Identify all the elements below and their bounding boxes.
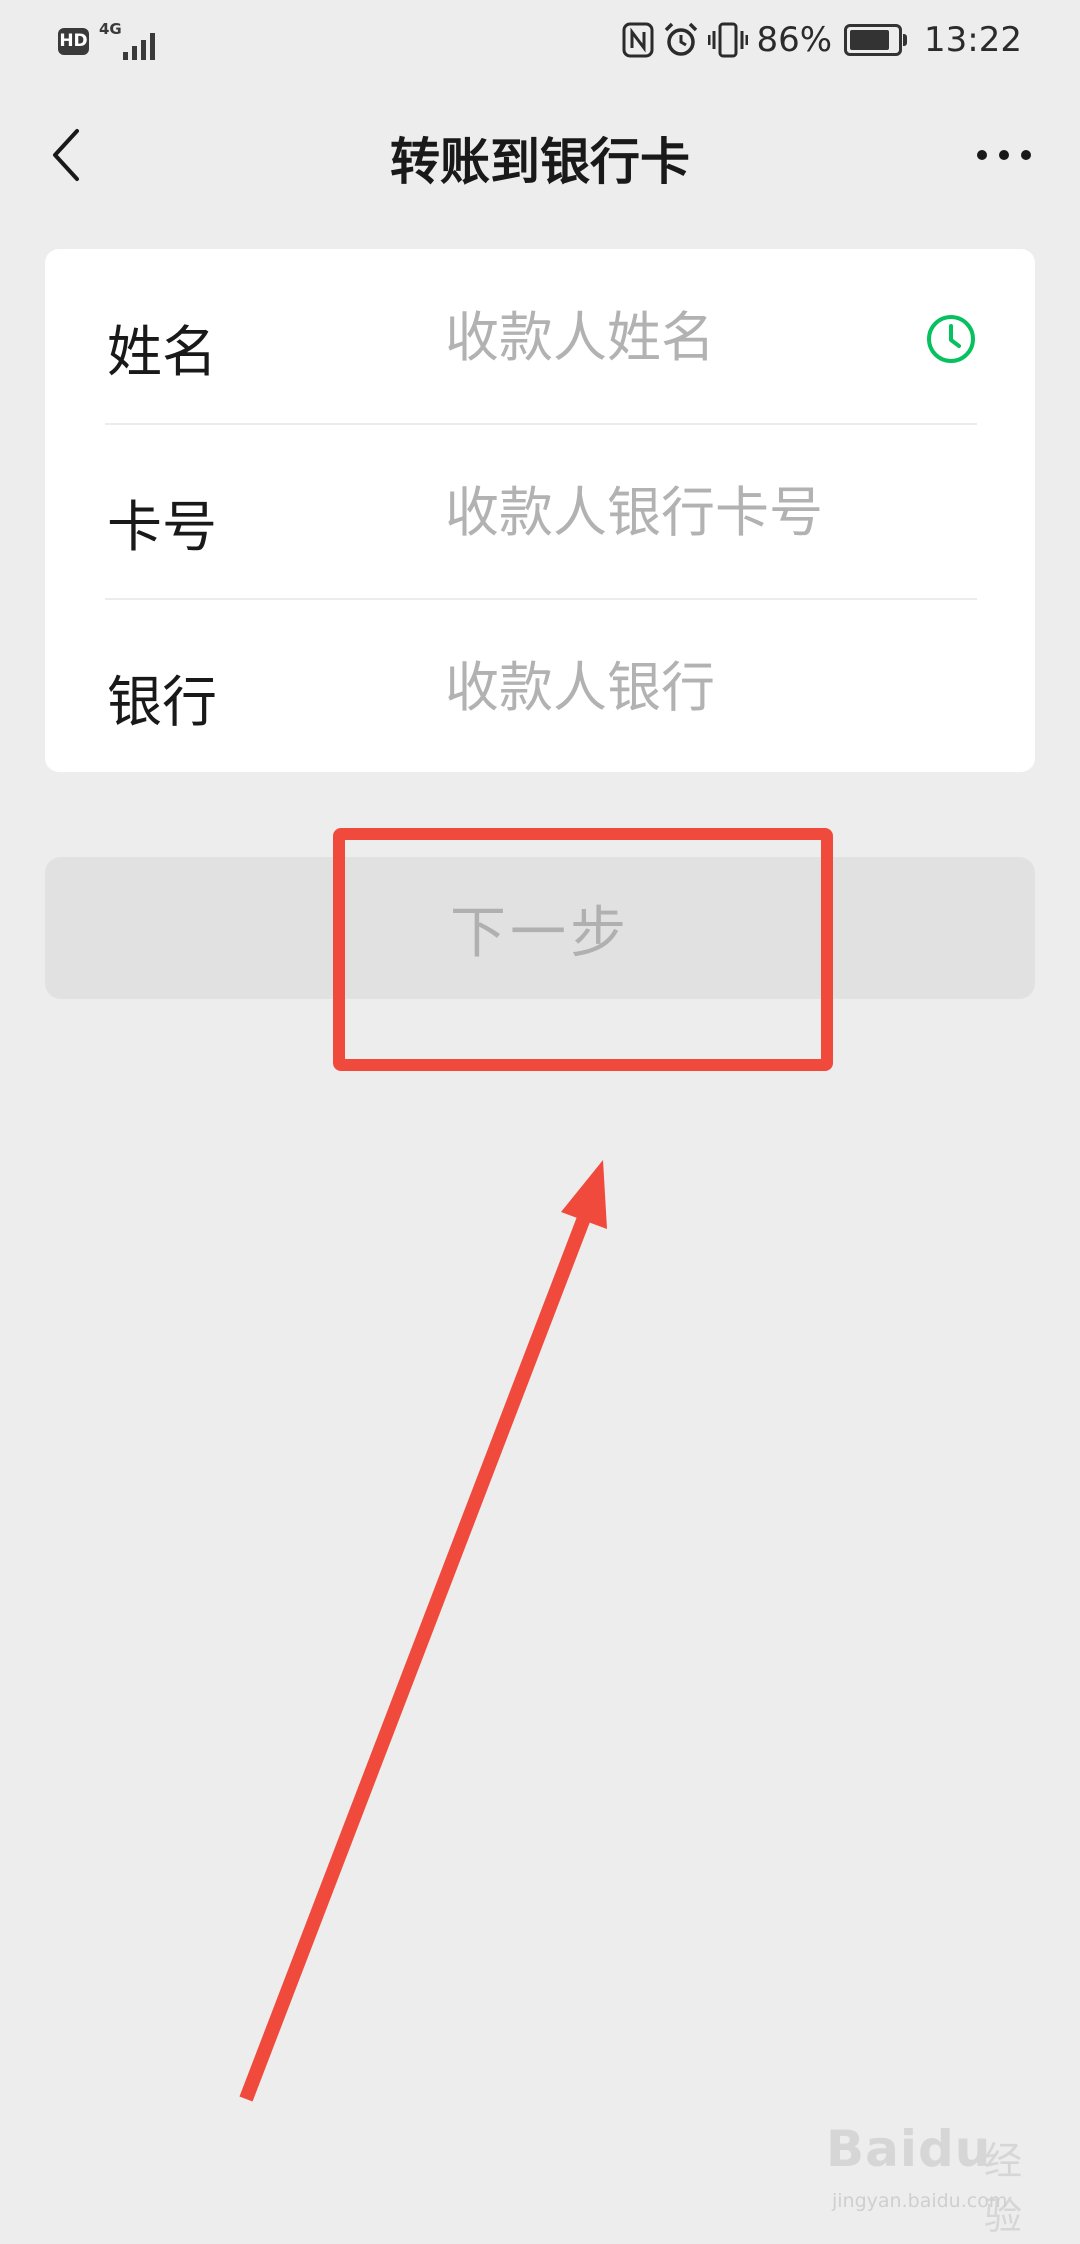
annotation-highlight-box [333,828,833,1071]
watermark-brand: Baidu [826,2120,992,2178]
name-row: 姓名 [45,249,1035,423]
card-number-row: 卡号 [45,424,1035,598]
bank-input[interactable] [445,637,925,737]
more-dots-icon [977,150,1031,160]
nfc-icon [622,22,654,58]
bank-label: 银行 [107,670,218,734]
card-number-input[interactable] [445,462,925,562]
alarm-icon [665,22,698,56]
clock-icon[interactable] [925,313,977,365]
status-bar: HD 4G 86% 13:22 [0,0,1080,80]
signal-icon: 4G [99,20,161,60]
battery-icon [844,24,908,56]
battery-level-fill [850,30,889,50]
vibrate-icon [708,22,749,58]
transfer-form-card: 姓名 卡号 银行 [45,249,1035,772]
bank-row: 银行 [45,599,1035,772]
payee-name-input[interactable] [445,287,925,387]
status-right: 86% 13:22 [622,18,1022,62]
page-title: 转账到银行卡 [390,133,690,191]
more-button[interactable] [964,125,1044,185]
hd-icon: HD [58,27,89,55]
baidu-jingyan-watermark: Baidu 经验 jingyan.baidu.com [826,2120,1036,2238]
status-left: HD 4G [58,20,161,60]
status-time: 13:22 [924,20,1022,60]
battery-percent: 86% [756,20,833,60]
navigation-bar: 转账到银行卡 [0,80,1080,230]
watermark-url: jingyan.baidu.com [832,2190,1008,2212]
watermark-brand-cn: 经验 [984,2139,1023,2238]
name-label: 姓名 [107,320,218,384]
card-number-label: 卡号 [107,495,218,559]
